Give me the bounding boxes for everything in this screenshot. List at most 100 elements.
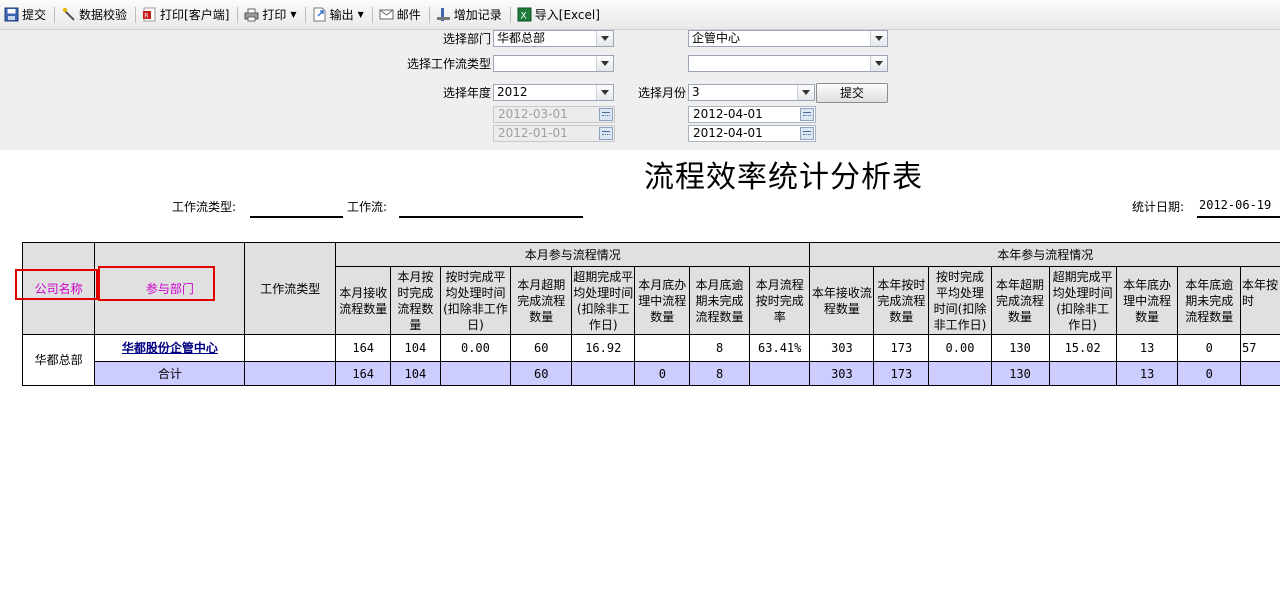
header-year-col: 本年超期完成流程数量 (990, 266, 1050, 335)
total-month-value (439, 361, 512, 386)
header-year-col: 本年按时完成流程数量 (873, 266, 930, 335)
mail-button[interactable]: 邮件 (375, 4, 427, 26)
annotation-box-dept (98, 266, 215, 301)
import-excel-button[interactable]: X 导入[Excel] (513, 4, 606, 26)
wf-meta-label: 工作流: (347, 200, 388, 214)
chevron-down-icon: ▼ (290, 10, 297, 19)
year-value: 15.02 (1048, 334, 1117, 362)
chevron-down-icon: ▼ (357, 10, 364, 19)
print-client-button[interactable]: R 打印[客户端] (138, 4, 235, 26)
report-title: 流程效率统计分析表 (644, 160, 923, 195)
wftype2-select[interactable] (688, 55, 888, 72)
month-value: 8 (689, 334, 750, 362)
add-record-button[interactable]: 增加记录 (432, 4, 508, 26)
year-value: 57 (1240, 334, 1280, 362)
header-year-col: 按时完成平均处理时间(扣除非工作日) (928, 266, 992, 335)
report-table: 公司名称 参与部门 工作流类型 本月参与流程情况 本年参与流程情况 本月接收流程… (21, 242, 1280, 386)
header-year-group: 本年参与流程情况 (809, 242, 1280, 267)
chevron-down-icon[interactable] (870, 31, 887, 46)
total-label: 合计 (94, 361, 246, 386)
header-year-col: 超期完成平均处理时间(扣除非工作日) (1048, 266, 1117, 335)
month-value: 0.00 (439, 334, 512, 362)
calendar-icon[interactable] (599, 108, 613, 121)
validate-button[interactable]: 数据校验 (57, 4, 133, 26)
dept-select[interactable]: 华都总部 (493, 30, 614, 47)
year-value: 130 (990, 334, 1050, 362)
toolbar-separator (304, 6, 306, 23)
total-year-value (1048, 361, 1117, 386)
mail-icon (379, 7, 394, 22)
toolbar-separator (135, 6, 137, 23)
chevron-down-icon[interactable] (870, 56, 887, 71)
total-month-value (748, 361, 811, 386)
year-date-to-field[interactable]: 2012-04-01 (688, 125, 816, 142)
total-month-value: 60 (510, 361, 573, 386)
export-button[interactable]: 输出 ▼ (308, 4, 370, 26)
header-month-col: 本月流程按时完成率 (748, 266, 811, 335)
header-year-col: 本年底逾期未完成流程数量 (1177, 266, 1242, 335)
printer-icon (244, 7, 259, 22)
year-value: 0.00 (928, 334, 992, 362)
header-month-col: 本月按时完成流程数量 (390, 266, 441, 335)
header-month-col: 超期完成平均处理时间(扣除非工作日) (571, 266, 636, 335)
header-month-col: 按时完成平均处理时间(扣除非工作日) (439, 266, 512, 335)
stat-date-label: 统计日期: (1132, 200, 1185, 214)
dept2-select[interactable]: 企管中心 (688, 30, 888, 47)
date-from-field[interactable]: 2012-03-01 (493, 106, 615, 123)
header-year-col: 本年底办理中流程数量 (1115, 266, 1179, 335)
header-year-col: 本年接收流程数量 (809, 266, 875, 335)
header-wftype: 工作流类型 (244, 242, 337, 335)
dept-label: 选择部门 (443, 32, 492, 46)
chevron-down-icon[interactable] (596, 85, 613, 100)
svg-text:R: R (144, 13, 148, 20)
stat-date-value: 2012-06-19 1 (1199, 198, 1280, 212)
header-year-col: 本年按时 (1240, 266, 1280, 335)
month-value: 104 (390, 334, 441, 362)
chevron-down-icon[interactable] (596, 31, 613, 46)
toolbar-separator (509, 6, 511, 23)
submit-button[interactable]: 提交 (0, 4, 52, 26)
calendar-icon[interactable] (800, 127, 814, 140)
wftype-label: 选择工作流类型 (407, 57, 492, 71)
total-year-value (928, 361, 992, 386)
month-value (634, 334, 691, 362)
calendar-icon[interactable] (800, 108, 814, 121)
total-year-value: 173 (873, 361, 930, 386)
total-year-value: 13 (1115, 361, 1179, 386)
header-month-col: 本月接收流程数量 (335, 266, 392, 335)
wf-meta-underline (399, 216, 583, 218)
toolbar-separator (371, 6, 373, 23)
wftype-meta-label: 工作流类型: (172, 200, 237, 214)
month-value: 60 (510, 334, 573, 362)
total-wftype (244, 361, 337, 386)
month-value: 164 (335, 334, 392, 362)
wftype-select[interactable] (493, 55, 614, 72)
wftype-meta-underline (250, 216, 343, 218)
filter-submit-button[interactable]: 提交 (816, 83, 888, 103)
header-month-col: 本月超期完成流程数量 (510, 266, 573, 335)
month-value: 63.41% (748, 334, 811, 362)
company-cell: 华都总部 (21, 334, 96, 386)
month-select[interactable]: 3 (688, 84, 815, 101)
wftype-cell (244, 334, 337, 362)
dept-cell: 华都股份企管中心 (94, 334, 246, 362)
add-record-icon (436, 7, 451, 22)
total-month-value: 8 (689, 361, 750, 386)
calendar-icon[interactable] (599, 127, 613, 140)
total-year-value: 303 (809, 361, 875, 386)
dept-link[interactable]: 华都股份企管中心 (122, 341, 218, 355)
excel-icon: X (517, 7, 532, 22)
year-date-from-field[interactable]: 2012-01-01 (493, 125, 615, 142)
save-icon (4, 7, 19, 22)
header-month-group: 本月参与流程情况 (335, 242, 811, 267)
total-row: 合计 164 104 60 0 8 303 173 130 13 0 (22, 361, 1280, 386)
stat-date-underline (1197, 216, 1280, 218)
chevron-down-icon[interactable] (797, 85, 814, 100)
table-row: 华都总部 华都股份企管中心 164 104 0.00 60 16.92 8 63… (21, 334, 1280, 386)
date-to-field[interactable]: 2012-04-01 (688, 106, 816, 123)
print-button[interactable]: 打印 ▼ (240, 4, 302, 26)
month-value: 16.92 (571, 334, 636, 362)
total-year-value (1240, 361, 1280, 386)
chevron-down-icon[interactable] (596, 56, 613, 71)
year-select[interactable]: 2012 (493, 84, 614, 101)
